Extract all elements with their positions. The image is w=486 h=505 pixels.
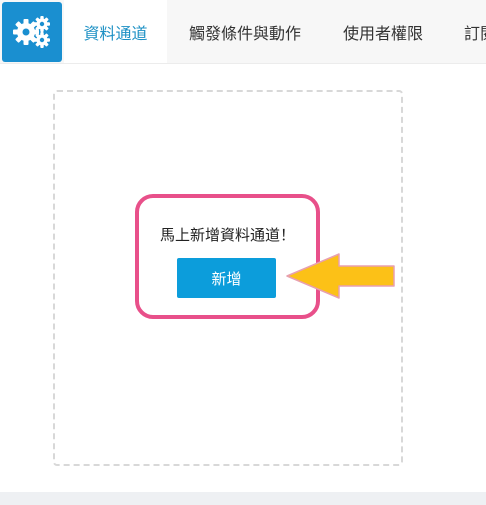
bottom-strip xyxy=(0,492,486,505)
tab-label: 使用者權限 xyxy=(342,23,423,43)
tab-label: 觸發條件與動作 xyxy=(188,23,301,43)
pointing-arrow-icon xyxy=(286,253,395,299)
tab-label: 訂閱 xyxy=(464,23,486,43)
app-settings-button[interactable] xyxy=(2,2,62,62)
tab-data-channels[interactable]: 資料通道 xyxy=(64,0,167,63)
tab-subscription[interactable]: 訂閱 xyxy=(464,0,486,63)
top-nav-bar: 資料通道 觸發條件與動作 使用者權限 訂閱 xyxy=(0,0,486,64)
gears-icon xyxy=(13,16,50,48)
empty-state-prompt: 馬上新增資料通道！ xyxy=(159,226,295,244)
tab-triggers-and-actions[interactable]: 觸發條件與動作 xyxy=(170,0,320,63)
tab-label: 資料通道 xyxy=(83,23,148,43)
add-data-channel-button[interactable]: 新增 xyxy=(177,258,276,298)
tab-user-permissions[interactable]: 使用者權限 xyxy=(328,0,438,63)
